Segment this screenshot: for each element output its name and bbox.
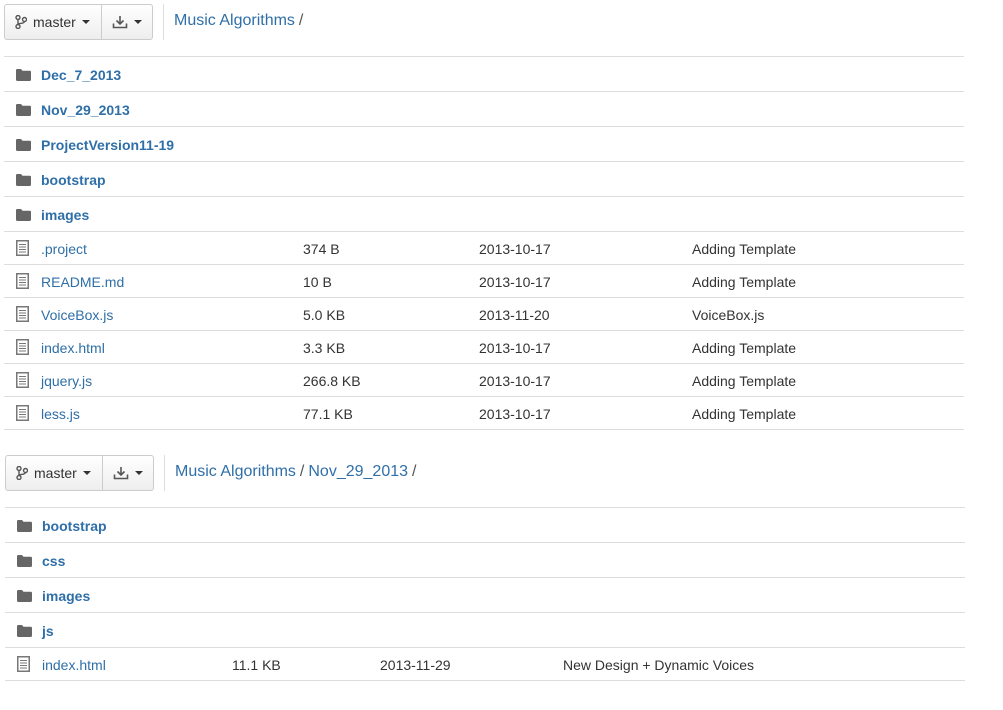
file-icon bbox=[17, 656, 30, 675]
chevron-down-icon bbox=[82, 471, 91, 475]
directory-row: ProjectVersion11-19 bbox=[4, 127, 964, 162]
folder-icon bbox=[17, 554, 32, 570]
file-size: 77.1 KB bbox=[303, 406, 353, 422]
chevron-down-icon bbox=[134, 20, 142, 24]
directory-link[interactable]: ProjectVersion11-19 bbox=[41, 137, 174, 153]
file-link[interactable]: index.html bbox=[41, 340, 105, 356]
breadcrumb-repo-link[interactable]: Music Algorithms bbox=[175, 463, 296, 480]
branch-selector-button[interactable]: master bbox=[4, 4, 102, 40]
repo-panel-subfolder: master Music Algorithms / Nov_29_2013/ boo… bbox=[5, 455, 965, 681]
file-row: jquery.js 266.8 KB 2013-10-17 Adding Tem… bbox=[4, 364, 964, 397]
file-size: 10 B bbox=[303, 274, 332, 290]
file-row: README.md 10 B 2013-10-17 Adding Templat… bbox=[4, 265, 964, 298]
file-row: less.js 77.1 KB 2013-10-17 Adding Templa… bbox=[4, 397, 964, 430]
file-row: index.html 11.1 KB 2013-11-29 New Design… bbox=[5, 648, 965, 681]
toolbar-divider bbox=[164, 455, 165, 491]
file-size: 5.0 KB bbox=[303, 307, 346, 323]
file-link[interactable]: VoiceBox.js bbox=[41, 307, 113, 323]
directory-row: Nov_29_2013 bbox=[4, 92, 964, 127]
file-link[interactable]: README.md bbox=[41, 274, 124, 290]
commit-message: Adding Template bbox=[692, 274, 797, 290]
repo-panel-root: master Music Algorithms / Dec_7_2013 Nov_… bbox=[4, 4, 964, 430]
file-date: 2013-11-20 bbox=[479, 307, 550, 323]
download-button[interactable] bbox=[101, 4, 153, 40]
directory-row: css bbox=[5, 543, 965, 578]
file-date: 2013-10-17 bbox=[479, 274, 551, 290]
chevron-down-icon bbox=[135, 471, 143, 475]
file-date: 2013-10-17 bbox=[479, 406, 551, 422]
toolbar-divider bbox=[163, 4, 164, 40]
commit-message: VoiceBox.js bbox=[692, 307, 765, 323]
file-link[interactable]: .project bbox=[41, 241, 87, 257]
branch-label: master bbox=[34, 465, 77, 481]
folder-icon bbox=[16, 208, 31, 224]
breadcrumb-separator: / bbox=[412, 463, 417, 480]
file-icon bbox=[16, 306, 29, 325]
file-link[interactable]: index.html bbox=[42, 657, 106, 673]
download-icon bbox=[112, 15, 128, 29]
file-date: 2013-10-17 bbox=[479, 340, 551, 356]
commit-message: Adding Template bbox=[692, 340, 797, 356]
file-icon bbox=[16, 240, 29, 259]
directory-link[interactable]: css bbox=[42, 553, 65, 569]
file-size: 11.1 KB bbox=[232, 657, 281, 673]
chevron-down-icon bbox=[81, 20, 90, 24]
file-icon bbox=[16, 372, 29, 391]
breadcrumb-separator: / bbox=[299, 463, 305, 480]
commit-message: New Design + Dynamic Voices bbox=[563, 657, 755, 673]
git-branch-icon bbox=[15, 15, 27, 29]
file-size: 3.3 KB bbox=[303, 340, 346, 356]
download-icon bbox=[113, 466, 129, 480]
directory-row: images bbox=[4, 197, 964, 232]
branch-label: master bbox=[33, 14, 76, 30]
breadcrumb-folder-link[interactable]: Nov_29_2013 bbox=[308, 463, 408, 480]
file-date: 2013-10-17 bbox=[479, 241, 551, 257]
breadcrumb-repo-link[interactable]: Music Algorithms bbox=[174, 12, 295, 29]
directory-link[interactable]: js bbox=[42, 623, 54, 639]
directory-link[interactable]: bootstrap bbox=[41, 172, 106, 188]
directory-row: js bbox=[5, 613, 965, 648]
commit-message: Adding Template bbox=[692, 241, 797, 257]
directory-link[interactable]: images bbox=[42, 588, 90, 604]
breadcrumb-separator: / bbox=[298, 12, 304, 29]
file-size: 266.8 KB bbox=[303, 373, 361, 389]
repo-toolbar: master Music Algorithms / Nov_29_2013/ bbox=[5, 455, 965, 493]
commit-message: Adding Template bbox=[692, 406, 797, 422]
file-listing: bootstrap css images js index.html 11.1 … bbox=[5, 507, 965, 681]
directory-row: images bbox=[5, 578, 965, 613]
folder-icon bbox=[16, 138, 31, 154]
directory-link[interactable]: Nov_29_2013 bbox=[41, 102, 130, 118]
repo-toolbar: master Music Algorithms / bbox=[4, 4, 964, 42]
file-link[interactable]: jquery.js bbox=[41, 373, 92, 389]
git-branch-icon bbox=[16, 466, 28, 480]
file-icon bbox=[16, 339, 29, 358]
file-date: 2013-10-17 bbox=[479, 373, 551, 389]
download-button[interactable] bbox=[102, 455, 154, 491]
directory-link[interactable]: bootstrap bbox=[42, 518, 107, 534]
directory-row: bootstrap bbox=[4, 162, 964, 197]
file-row: index.html 3.3 KB 2013-10-17 Adding Temp… bbox=[4, 331, 964, 364]
folder-icon bbox=[16, 173, 31, 189]
commit-message: Adding Template bbox=[692, 373, 797, 389]
directory-link[interactable]: Dec_7_2013 bbox=[41, 67, 121, 83]
breadcrumb: Music Algorithms / Nov_29_2013/ bbox=[175, 463, 420, 481]
file-size: 374 B bbox=[303, 241, 340, 257]
folder-icon bbox=[17, 589, 32, 605]
file-date: 2013-11-29 bbox=[380, 657, 451, 673]
breadcrumb: Music Algorithms / bbox=[174, 12, 307, 30]
directory-link[interactable]: images bbox=[41, 207, 89, 223]
directory-row: bootstrap bbox=[5, 508, 965, 543]
folder-icon bbox=[17, 624, 32, 640]
folder-icon bbox=[16, 68, 31, 84]
branch-selector-button[interactable]: master bbox=[5, 455, 103, 491]
file-icon bbox=[16, 273, 29, 292]
file-icon bbox=[16, 405, 29, 424]
folder-icon bbox=[16, 103, 31, 119]
file-row: .project 374 B 2013-10-17 Adding Templat… bbox=[4, 232, 964, 265]
file-listing: Dec_7_2013 Nov_29_2013 ProjectVersion11-… bbox=[4, 56, 964, 430]
directory-row: Dec_7_2013 bbox=[4, 57, 964, 92]
folder-icon bbox=[17, 519, 32, 535]
file-row: VoiceBox.js 5.0 KB 2013-11-20 VoiceBox.j… bbox=[4, 298, 964, 331]
file-link[interactable]: less.js bbox=[41, 406, 80, 422]
